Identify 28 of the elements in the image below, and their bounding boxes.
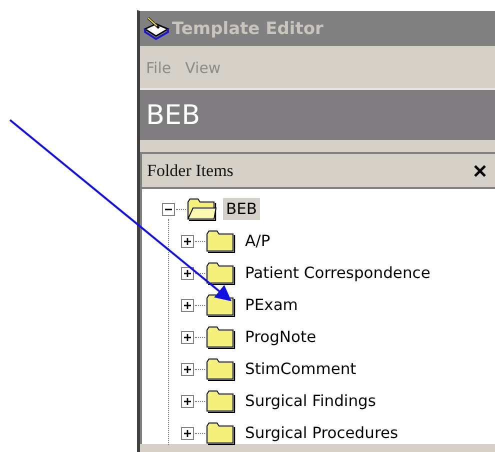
- expand-icon[interactable]: [181, 298, 194, 312]
- expand-icon[interactable]: [181, 362, 194, 376]
- header-title: BEB: [146, 100, 200, 130]
- panel-title: Folder Items: [147, 160, 234, 180]
- folder-icon: [206, 261, 236, 285]
- tree-item[interactable]: Surgical Findings: [242, 390, 379, 412]
- folder-icon: [206, 389, 236, 413]
- tree-item[interactable]: Surgical Procedures: [242, 422, 402, 444]
- tree-item[interactable]: StimComment: [242, 358, 360, 380]
- expand-icon[interactable]: [181, 266, 194, 280]
- folder-icon: [206, 421, 236, 445]
- folder-icon: [206, 229, 236, 253]
- tree-item[interactable]: A/P: [242, 230, 274, 252]
- tree-item[interactable]: PExam: [242, 294, 301, 316]
- folder-icon: [206, 357, 236, 381]
- expand-icon[interactable]: [181, 426, 194, 440]
- tree-item[interactable]: Patient Correspondence: [242, 262, 434, 284]
- window-title: Template Editor: [172, 18, 324, 38]
- expand-icon[interactable]: [181, 234, 194, 248]
- folder-icon: [206, 325, 236, 349]
- tree-item[interactable]: ProgNote: [242, 326, 320, 348]
- folder-icon: [187, 197, 217, 221]
- tree-item[interactable]: BEB: [223, 198, 260, 220]
- close-icon[interactable]: [473, 164, 487, 178]
- expand-icon[interactable]: [181, 394, 194, 408]
- notepad-pen-icon: [142, 16, 170, 40]
- expand-icon[interactable]: [181, 330, 194, 344]
- collapse-icon[interactable]: [162, 202, 175, 216]
